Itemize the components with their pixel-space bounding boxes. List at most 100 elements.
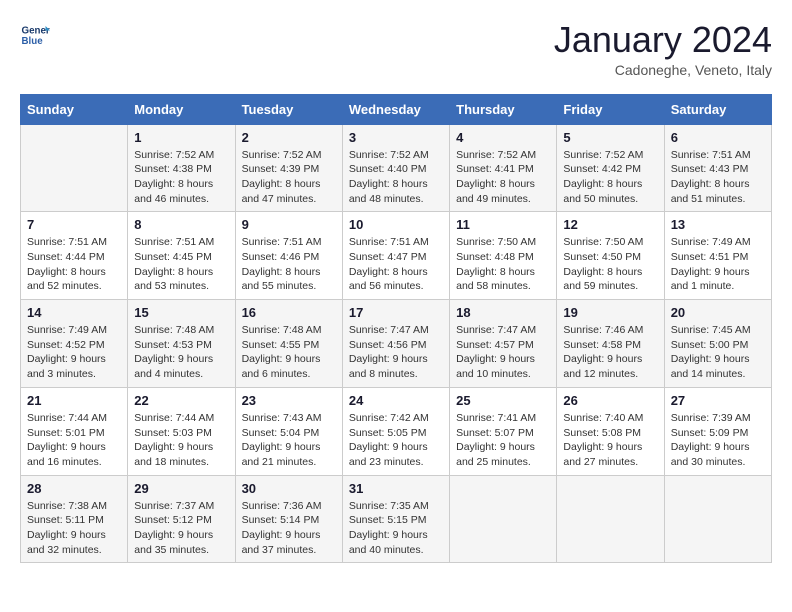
day-number: 30: [242, 481, 336, 496]
calendar-cell: 13 Sunrise: 7:49 AM Sunset: 4:51 PM Dayli…: [664, 212, 771, 300]
day-info: Sunrise: 7:48 AM Sunset: 4:53 PM Dayligh…: [134, 323, 228, 382]
calendar-cell: 24Sunrise: 7:42 AM Sunset: 5:05 PM Dayli…: [342, 387, 449, 475]
calendar-cell: [557, 475, 664, 563]
calendar-table: SundayMondayTuesdayWednesdayThursdayFrid…: [20, 94, 772, 564]
day-number: 23: [242, 393, 336, 408]
calendar-cell: 25Sunrise: 7:41 AM Sunset: 5:07 PM Dayli…: [450, 387, 557, 475]
calendar-cell: 12Sunrise: 7:50 AM Sunset: 4:50 PM Dayli…: [557, 212, 664, 300]
day-number: 21: [27, 393, 121, 408]
day-info: Sunrise: 7:37 AM Sunset: 5:12 PM Dayligh…: [134, 499, 228, 558]
day-info: Sunrise: 7:45 AM Sunset: 5:00 PM Dayligh…: [671, 323, 765, 382]
day-number: 17: [349, 305, 443, 320]
calendar-week-row: 28 Sunrise: 7:38 AM Sunset: 5:11 PM Dayli…: [21, 475, 772, 563]
weekday-header-cell: Monday: [128, 94, 235, 124]
day-number: 13: [671, 217, 765, 232]
calendar-cell: 7 Sunrise: 7:51 AM Sunset: 4:44 PM Daylig…: [21, 212, 128, 300]
calendar-header: SundayMondayTuesdayWednesdayThursdayFrid…: [21, 94, 772, 124]
day-number: 20: [671, 305, 765, 320]
day-info: Sunrise: 7:50 AM Sunset: 4:48 PM Dayligh…: [456, 235, 550, 294]
calendar-cell: 3 Sunrise: 7:52 AM Sunset: 4:40 PM Daylig…: [342, 124, 449, 212]
day-number: 8: [134, 217, 228, 232]
day-info: Sunrise: 7:35 AM Sunset: 5:15 PM Dayligh…: [349, 499, 443, 558]
calendar-cell: 26Sunrise: 7:40 AM Sunset: 5:08 PM Dayli…: [557, 387, 664, 475]
day-number: 3: [349, 130, 443, 145]
day-info: Sunrise: 7:38 AM Sunset: 5:11 PM Dayligh…: [27, 499, 121, 558]
day-info: Sunrise: 7:44 AM Sunset: 5:03 PM Dayligh…: [134, 411, 228, 470]
calendar-cell: 31Sunrise: 7:35 AM Sunset: 5:15 PM Dayli…: [342, 475, 449, 563]
calendar-cell: 28 Sunrise: 7:38 AM Sunset: 5:11 PM Dayli…: [21, 475, 128, 563]
day-info: Sunrise: 7:51 AM Sunset: 4:47 PM Dayligh…: [349, 235, 443, 294]
page-header: General Blue January 2024 Cadoneghe, Ven…: [20, 20, 772, 78]
calendar-cell: 20 Sunrise: 7:45 AM Sunset: 5:00 PM Dayli…: [664, 300, 771, 388]
day-info: Sunrise: 7:52 AM Sunset: 4:40 PM Dayligh…: [349, 148, 443, 207]
calendar-cell: 11Sunrise: 7:50 AM Sunset: 4:48 PM Dayli…: [450, 212, 557, 300]
calendar-week-row: 14Sunrise: 7:49 AM Sunset: 4:52 PM Dayli…: [21, 300, 772, 388]
svg-text:Blue: Blue: [22, 36, 44, 47]
calendar-week-row: 21 Sunrise: 7:44 AM Sunset: 5:01 PM Dayli…: [21, 387, 772, 475]
day-number: 7: [27, 217, 121, 232]
day-number: 16: [242, 305, 336, 320]
day-info: Sunrise: 7:51 AM Sunset: 4:44 PM Dayligh…: [27, 235, 121, 294]
day-info: Sunrise: 7:39 AM Sunset: 5:09 PM Dayligh…: [671, 411, 765, 470]
calendar-cell: 30 Sunrise: 7:36 AM Sunset: 5:14 PM Dayli…: [235, 475, 342, 563]
calendar-cell: 10 Sunrise: 7:51 AM Sunset: 4:47 PM Dayli…: [342, 212, 449, 300]
calendar-cell: 21 Sunrise: 7:44 AM Sunset: 5:01 PM Dayli…: [21, 387, 128, 475]
day-info: Sunrise: 7:52 AM Sunset: 4:39 PM Dayligh…: [242, 148, 336, 207]
day-number: 29: [134, 481, 228, 496]
day-number: 15: [134, 305, 228, 320]
day-info: Sunrise: 7:36 AM Sunset: 5:14 PM Dayligh…: [242, 499, 336, 558]
calendar-cell: 14Sunrise: 7:49 AM Sunset: 4:52 PM Dayli…: [21, 300, 128, 388]
day-number: 10: [349, 217, 443, 232]
calendar-cell: 19 Sunrise: 7:46 AM Sunset: 4:58 PM Dayli…: [557, 300, 664, 388]
location: Cadoneghe, Veneto, Italy: [554, 62, 772, 78]
day-info: Sunrise: 7:52 AM Sunset: 4:38 PM Dayligh…: [134, 148, 228, 207]
weekday-header-cell: Saturday: [664, 94, 771, 124]
calendar-cell: 15 Sunrise: 7:48 AM Sunset: 4:53 PM Dayli…: [128, 300, 235, 388]
calendar-cell: 16 Sunrise: 7:48 AM Sunset: 4:55 PM Dayli…: [235, 300, 342, 388]
day-info: Sunrise: 7:41 AM Sunset: 5:07 PM Dayligh…: [456, 411, 550, 470]
day-number: 22: [134, 393, 228, 408]
day-info: Sunrise: 7:52 AM Sunset: 4:41 PM Dayligh…: [456, 148, 550, 207]
calendar-body: 1 Sunrise: 7:52 AM Sunset: 4:38 PM Daylig…: [21, 124, 772, 563]
day-number: 12: [563, 217, 657, 232]
calendar-cell: 4 Sunrise: 7:52 AM Sunset: 4:41 PM Daylig…: [450, 124, 557, 212]
calendar-cell: 29 Sunrise: 7:37 AM Sunset: 5:12 PM Dayli…: [128, 475, 235, 563]
calendar-cell: 17Sunrise: 7:47 AM Sunset: 4:56 PM Dayli…: [342, 300, 449, 388]
weekday-header-cell: Thursday: [450, 94, 557, 124]
day-number: 28: [27, 481, 121, 496]
logo-icon: General Blue: [20, 20, 50, 50]
day-number: 19: [563, 305, 657, 320]
day-number: 2: [242, 130, 336, 145]
month-title: January 2024: [554, 20, 772, 60]
day-number: 18: [456, 305, 550, 320]
weekday-header-cell: Friday: [557, 94, 664, 124]
weekday-header-cell: Wednesday: [342, 94, 449, 124]
day-info: Sunrise: 7:48 AM Sunset: 4:55 PM Dayligh…: [242, 323, 336, 382]
day-number: 4: [456, 130, 550, 145]
calendar-cell: 2 Sunrise: 7:52 AM Sunset: 4:39 PM Daylig…: [235, 124, 342, 212]
day-number: 1: [134, 130, 228, 145]
calendar-cell: 22 Sunrise: 7:44 AM Sunset: 5:03 PM Dayli…: [128, 387, 235, 475]
day-info: Sunrise: 7:49 AM Sunset: 4:51 PM Dayligh…: [671, 235, 765, 294]
logo: General Blue: [20, 20, 50, 50]
day-info: Sunrise: 7:51 AM Sunset: 4:46 PM Dayligh…: [242, 235, 336, 294]
calendar-cell: 8 Sunrise: 7:51 AM Sunset: 4:45 PM Daylig…: [128, 212, 235, 300]
day-info: Sunrise: 7:43 AM Sunset: 5:04 PM Dayligh…: [242, 411, 336, 470]
day-number: 26: [563, 393, 657, 408]
day-number: 27: [671, 393, 765, 408]
calendar-cell: 27 Sunrise: 7:39 AM Sunset: 5:09 PM Dayli…: [664, 387, 771, 475]
day-info: Sunrise: 7:42 AM Sunset: 5:05 PM Dayligh…: [349, 411, 443, 470]
day-info: Sunrise: 7:47 AM Sunset: 4:57 PM Dayligh…: [456, 323, 550, 382]
day-info: Sunrise: 7:46 AM Sunset: 4:58 PM Dayligh…: [563, 323, 657, 382]
calendar-cell: [450, 475, 557, 563]
calendar-cell: [664, 475, 771, 563]
weekday-header-cell: Tuesday: [235, 94, 342, 124]
day-info: Sunrise: 7:52 AM Sunset: 4:42 PM Dayligh…: [563, 148, 657, 207]
day-number: 6: [671, 130, 765, 145]
day-number: 9: [242, 217, 336, 232]
day-info: Sunrise: 7:51 AM Sunset: 4:45 PM Dayligh…: [134, 235, 228, 294]
day-info: Sunrise: 7:44 AM Sunset: 5:01 PM Dayligh…: [27, 411, 121, 470]
calendar-week-row: 1 Sunrise: 7:52 AM Sunset: 4:38 PM Daylig…: [21, 124, 772, 212]
day-number: 14: [27, 305, 121, 320]
day-info: Sunrise: 7:51 AM Sunset: 4:43 PM Dayligh…: [671, 148, 765, 207]
